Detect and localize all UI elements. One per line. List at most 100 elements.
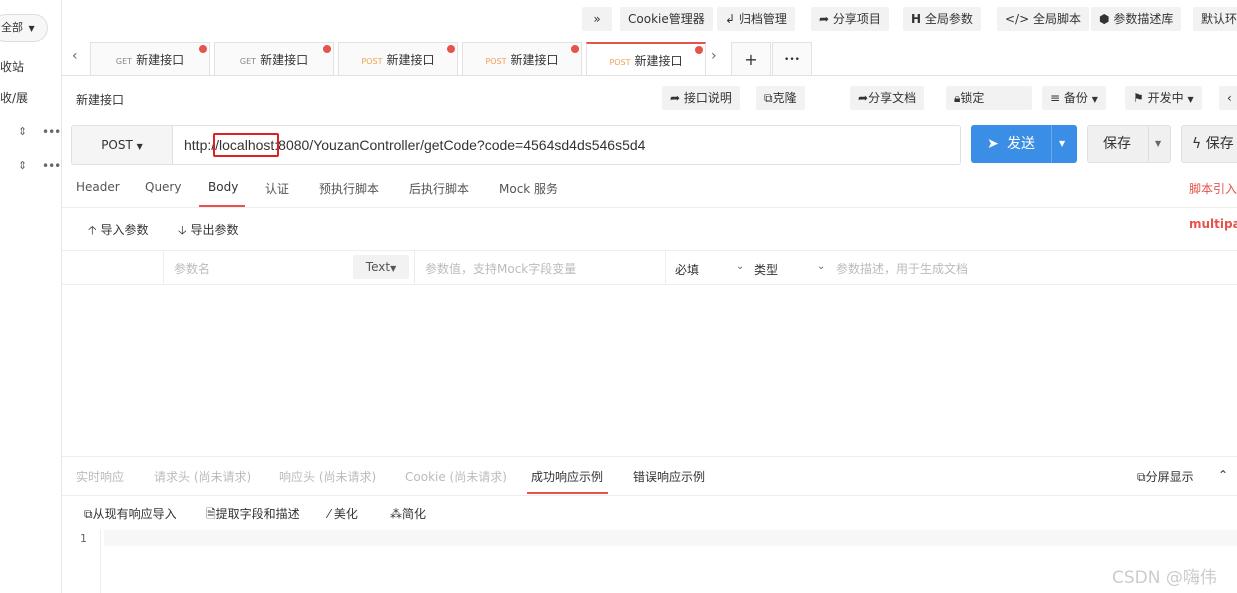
param-desc-input[interactable]: 参数描述，用于生成文档 — [836, 260, 968, 277]
bolt-icon: ϟ — [1192, 136, 1202, 152]
tabs-divider — [62, 75, 1237, 76]
caret-down-icon: ▼ — [136, 142, 143, 151]
api-doc-button[interactable]: ➦ 接口说明 — [662, 86, 740, 110]
import-params-button[interactable]: 🡡 导入参数 — [88, 221, 148, 242]
lock-label: 锁定 — [960, 91, 985, 105]
content-type-select[interactable]: multipar — [1189, 217, 1237, 231]
arrow-up-icon: 🡡 — [88, 223, 97, 237]
tab-header[interactable]: Header — [76, 180, 120, 194]
param-value-input[interactable]: 参数值，支持Mock字段变量 — [425, 260, 576, 277]
collapse-up-icon[interactable]: ⌃ — [1218, 468, 1228, 482]
share-project-label: 分享项目 — [832, 12, 881, 26]
env-select-button[interactable]: 默认环 — [1193, 7, 1237, 31]
request-tab[interactable]: POST 新建接口 — [462, 42, 582, 76]
chevron-down-icon[interactable]: ⌄ — [817, 261, 825, 272]
caret-down-icon[interactable]: ▼ — [1059, 125, 1065, 163]
tab-mock[interactable]: Mock 服务 — [499, 180, 558, 197]
collapse-expand[interactable]: 收/展 — [0, 89, 28, 106]
tab-body[interactable]: Body — [208, 180, 238, 194]
lock-button[interactable]: 🔒︎锁定 — [946, 86, 1032, 110]
line-gutter: 1 — [62, 530, 101, 593]
param-desc-lib-button[interactable]: ⬢ 参数描述库 — [1091, 7, 1182, 31]
recycle-bin[interactable]: 收站 — [0, 58, 24, 75]
response-editor[interactable]: 1 — [62, 530, 1237, 593]
category-filter[interactable]: 全部 ▼ — [0, 14, 48, 42]
beautify-button[interactable]: ⁄ 美化 — [328, 505, 358, 522]
sort-icon[interactable]: ⇕ — [18, 125, 27, 138]
tab-name: 新建接口 — [634, 54, 683, 68]
extract-fields-button[interactable]: 🗎提取字段和描述 — [206, 505, 300, 526]
unsaved-dot-icon — [199, 45, 207, 53]
sitemap-icon: ⁂ — [390, 507, 402, 521]
save-button[interactable]: 保存 ▼ — [1087, 125, 1171, 163]
localhost-highlight — [213, 133, 279, 157]
save-as-button[interactable]: ϟ 保存 — [1181, 125, 1237, 163]
tab-more-button[interactable]: ••• — [772, 42, 812, 76]
send-button[interactable]: ➤ 发送 ▼ — [971, 125, 1077, 163]
tab-response-header[interactable]: 响应头 (尚未请求) — [279, 468, 376, 485]
tab-post-script[interactable]: 后执行脚本 — [409, 180, 469, 197]
env-select-label: 默认环 — [1201, 12, 1237, 26]
current-line[interactable] — [104, 530, 1237, 546]
request-tab-active[interactable]: POST 新建接口 — [586, 42, 706, 76]
flag-icon: ⚑ — [1133, 91, 1144, 105]
more-icon[interactable]: ••• — [42, 159, 61, 173]
tab-success-example[interactable]: 成功响应示例 — [531, 468, 603, 485]
global-params-button[interactable]: H 全局参数 — [903, 7, 981, 31]
cube-icon: ⬢ — [1099, 12, 1110, 26]
tab-method: POST — [609, 58, 631, 67]
script-import-link[interactable]: 脚本引入 — [1189, 180, 1237, 197]
method-select[interactable]: POST ▼ — [71, 125, 172, 165]
type-select[interactable]: 类型 — [754, 261, 778, 278]
cookie-manager-label: Cookie管理器 — [628, 12, 705, 26]
expand-toolbar-button[interactable]: » — [582, 7, 612, 31]
clone-icon: ⧉ — [764, 91, 773, 105]
chevron-down-icon[interactable]: ⌄ — [736, 261, 744, 272]
save-label: 保存 — [1103, 136, 1131, 152]
caret-down-icon: ▼ — [1091, 95, 1098, 104]
backup-button[interactable]: ≡ 备份 ▼ — [1042, 86, 1106, 110]
share-project-button[interactable]: ➦ 分享项目 — [811, 7, 889, 31]
tab-scroll-left-icon[interactable]: ‹ — [72, 48, 78, 64]
tab-error-example[interactable]: 错误响应示例 — [633, 468, 705, 485]
simplify-button[interactable]: ⁂简化 — [390, 505, 426, 522]
param-type-label: Text — [365, 260, 391, 274]
split-view-button[interactable]: ⧉分屏显示 — [1137, 468, 1194, 485]
share-doc-button[interactable]: ➦分享文档 — [850, 86, 925, 110]
request-tab[interactable]: POST 新建接口 — [338, 42, 458, 76]
required-select[interactable]: 必填 — [675, 261, 699, 278]
caret-down-icon[interactable]: ▼ — [1155, 126, 1161, 162]
global-params-label: 全局参数 — [924, 12, 973, 26]
tab-pre-script[interactable]: 预执行脚本 — [319, 180, 379, 197]
request-tab[interactable]: GET 新建接口 — [214, 42, 334, 76]
archive-button[interactable]: ↲ 归档管理 — [717, 7, 795, 31]
sidebar: 全部 ▼ 收站 收/展 ⇕ ••• ⇕ ••• — [0, 0, 62, 593]
request-tab[interactable]: GET 新建接口 — [90, 42, 210, 76]
export-params-label: 导出参数 — [190, 223, 239, 237]
url-input[interactable]: http://localhost:8080/YouzanController/g… — [172, 125, 961, 165]
tab-auth[interactable]: 认证 — [265, 180, 289, 197]
tab-query[interactable]: Query — [145, 180, 181, 194]
sort-icon[interactable]: ⇕ — [18, 159, 27, 172]
tab-scroll-right-icon[interactable]: › — [711, 48, 717, 64]
global-script-button[interactable]: </> 全局脚本 — [997, 7, 1089, 31]
tab-request-header[interactable]: 请求头 (尚未请求) — [154, 468, 251, 485]
api-doc-label: 接口说明 — [683, 91, 732, 105]
param-type-select[interactable]: Text▼ — [353, 255, 409, 279]
unsaved-dot-icon — [323, 45, 331, 53]
param-name-input[interactable]: 参数名 — [174, 260, 210, 277]
share-doc-label: 分享文档 — [868, 91, 917, 105]
magic-wand-icon: ⁄ — [328, 507, 331, 521]
status-select[interactable]: ⚑ 开发中 ▼ — [1125, 86, 1202, 110]
add-tab-button[interactable]: + — [731, 42, 771, 76]
cookie-manager-button[interactable]: Cookie管理器 — [620, 7, 713, 31]
import-existing-button[interactable]: ⧉从现有响应导入 — [84, 505, 177, 522]
collapse-panel-icon[interactable]: ‹ — [1219, 86, 1237, 110]
clone-button[interactable]: ⧉克隆 — [756, 86, 805, 110]
export-params-button[interactable]: 🡣 导出参数 — [178, 221, 238, 242]
tab-realtime-response[interactable]: 实时响应 — [76, 468, 124, 485]
tab-cookie[interactable]: Cookie (尚未请求) — [405, 468, 507, 485]
api-title[interactable]: 新建接口 — [76, 91, 124, 108]
tab-name: 新建接口 — [260, 53, 309, 67]
more-icon[interactable]: ••• — [42, 125, 61, 139]
